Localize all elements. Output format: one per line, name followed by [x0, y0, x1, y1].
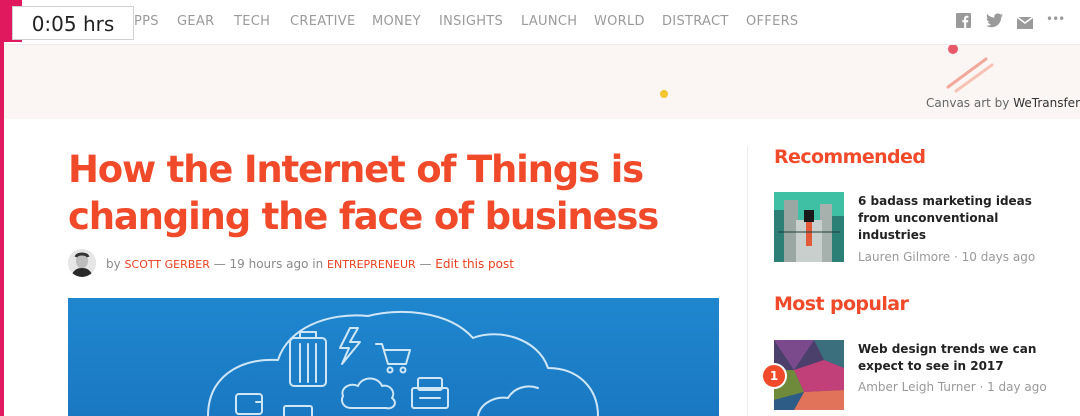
nav-item-money[interactable]: MONEY	[372, 14, 421, 29]
more-icon[interactable]: •••	[1046, 12, 1065, 26]
recommended-article-meta: Lauren Gilmore · 10 days ago	[858, 250, 1035, 264]
canvas-credit-brand[interactable]: WeTransfer	[1013, 96, 1080, 110]
nav-item-distract[interactable]: DISTRACT	[662, 14, 729, 29]
recommended-thumbnail[interactable]	[774, 192, 844, 262]
recommended-heading: Recommended	[774, 146, 926, 168]
canvas-credit-prefix: Canvas art by	[926, 96, 1014, 110]
post-time: 19 hours ago	[229, 257, 309, 271]
canvas-art-decoration	[660, 45, 994, 98]
sidebar-divider	[747, 146, 748, 416]
recommended-sep: ·	[950, 250, 962, 264]
nav-item-creative[interactable]: CREATIVE	[290, 14, 356, 29]
email-icon[interactable]	[1016, 15, 1034, 33]
byline-in: in	[308, 257, 328, 271]
iot-cloud-illustration	[207, 311, 599, 416]
byline-sep-1: —	[209, 257, 230, 271]
byline-sep-2: —	[415, 257, 436, 271]
canvas-art-banner	[4, 45, 1080, 119]
recommended-article-title[interactable]: 6 badass marketing ideas from unconventi…	[858, 193, 1058, 244]
popular-sep: ·	[975, 380, 988, 394]
popular-article-title[interactable]: Web design trends we can expect to see i…	[858, 341, 1058, 375]
twitter-icon[interactable]	[986, 13, 1003, 32]
author-avatar[interactable]	[68, 249, 96, 277]
nav-item-offers[interactable]: OFFERS	[746, 14, 799, 29]
nav-item-apps[interactable]: PPS	[134, 14, 159, 29]
nav-item-insights[interactable]: INSIGHTS	[439, 14, 503, 29]
recommended-author[interactable]: Lauren Gilmore	[858, 250, 950, 264]
brand-stripe	[0, 0, 4, 416]
article-byline: by SCOTT GERBER — 19 hours ago in ENTREP…	[106, 257, 514, 271]
popular-time: 1 day ago	[987, 380, 1047, 394]
most-popular-heading: Most popular	[774, 293, 909, 315]
article-hero-image	[68, 298, 719, 416]
popular-author[interactable]: Amber Leigh Turner	[858, 380, 976, 394]
facebook-icon[interactable]	[956, 13, 971, 32]
nav-item-tech[interactable]: TECH	[234, 14, 270, 29]
popular-rank-badge: 1	[761, 363, 787, 389]
article-title: How the Internet of Things is changing t…	[68, 148, 659, 238]
reading-timer: 0:05 hrs	[12, 6, 134, 40]
byline-by: by	[106, 257, 121, 271]
popular-article-meta: Amber Leigh Turner · 1 day ago	[858, 380, 1047, 394]
nav-item-gear[interactable]: GEAR	[177, 14, 214, 29]
category-link[interactable]: ENTREPRENEUR	[327, 258, 416, 271]
author-link[interactable]: SCOTT GERBER	[125, 258, 210, 271]
nav-item-world[interactable]: WORLD	[594, 14, 645, 29]
edit-post-link[interactable]: Edit this post	[435, 257, 514, 271]
canvas-credit[interactable]: Canvas art by WeTransfer	[926, 96, 1080, 110]
recommended-time: 10 days ago	[961, 250, 1036, 264]
nav-item-launch[interactable]: LAUNCH	[521, 14, 577, 29]
top-nav: PPS GEAR TECH CREATIVE MONEY INSIGHTS LA…	[0, 0, 1080, 45]
